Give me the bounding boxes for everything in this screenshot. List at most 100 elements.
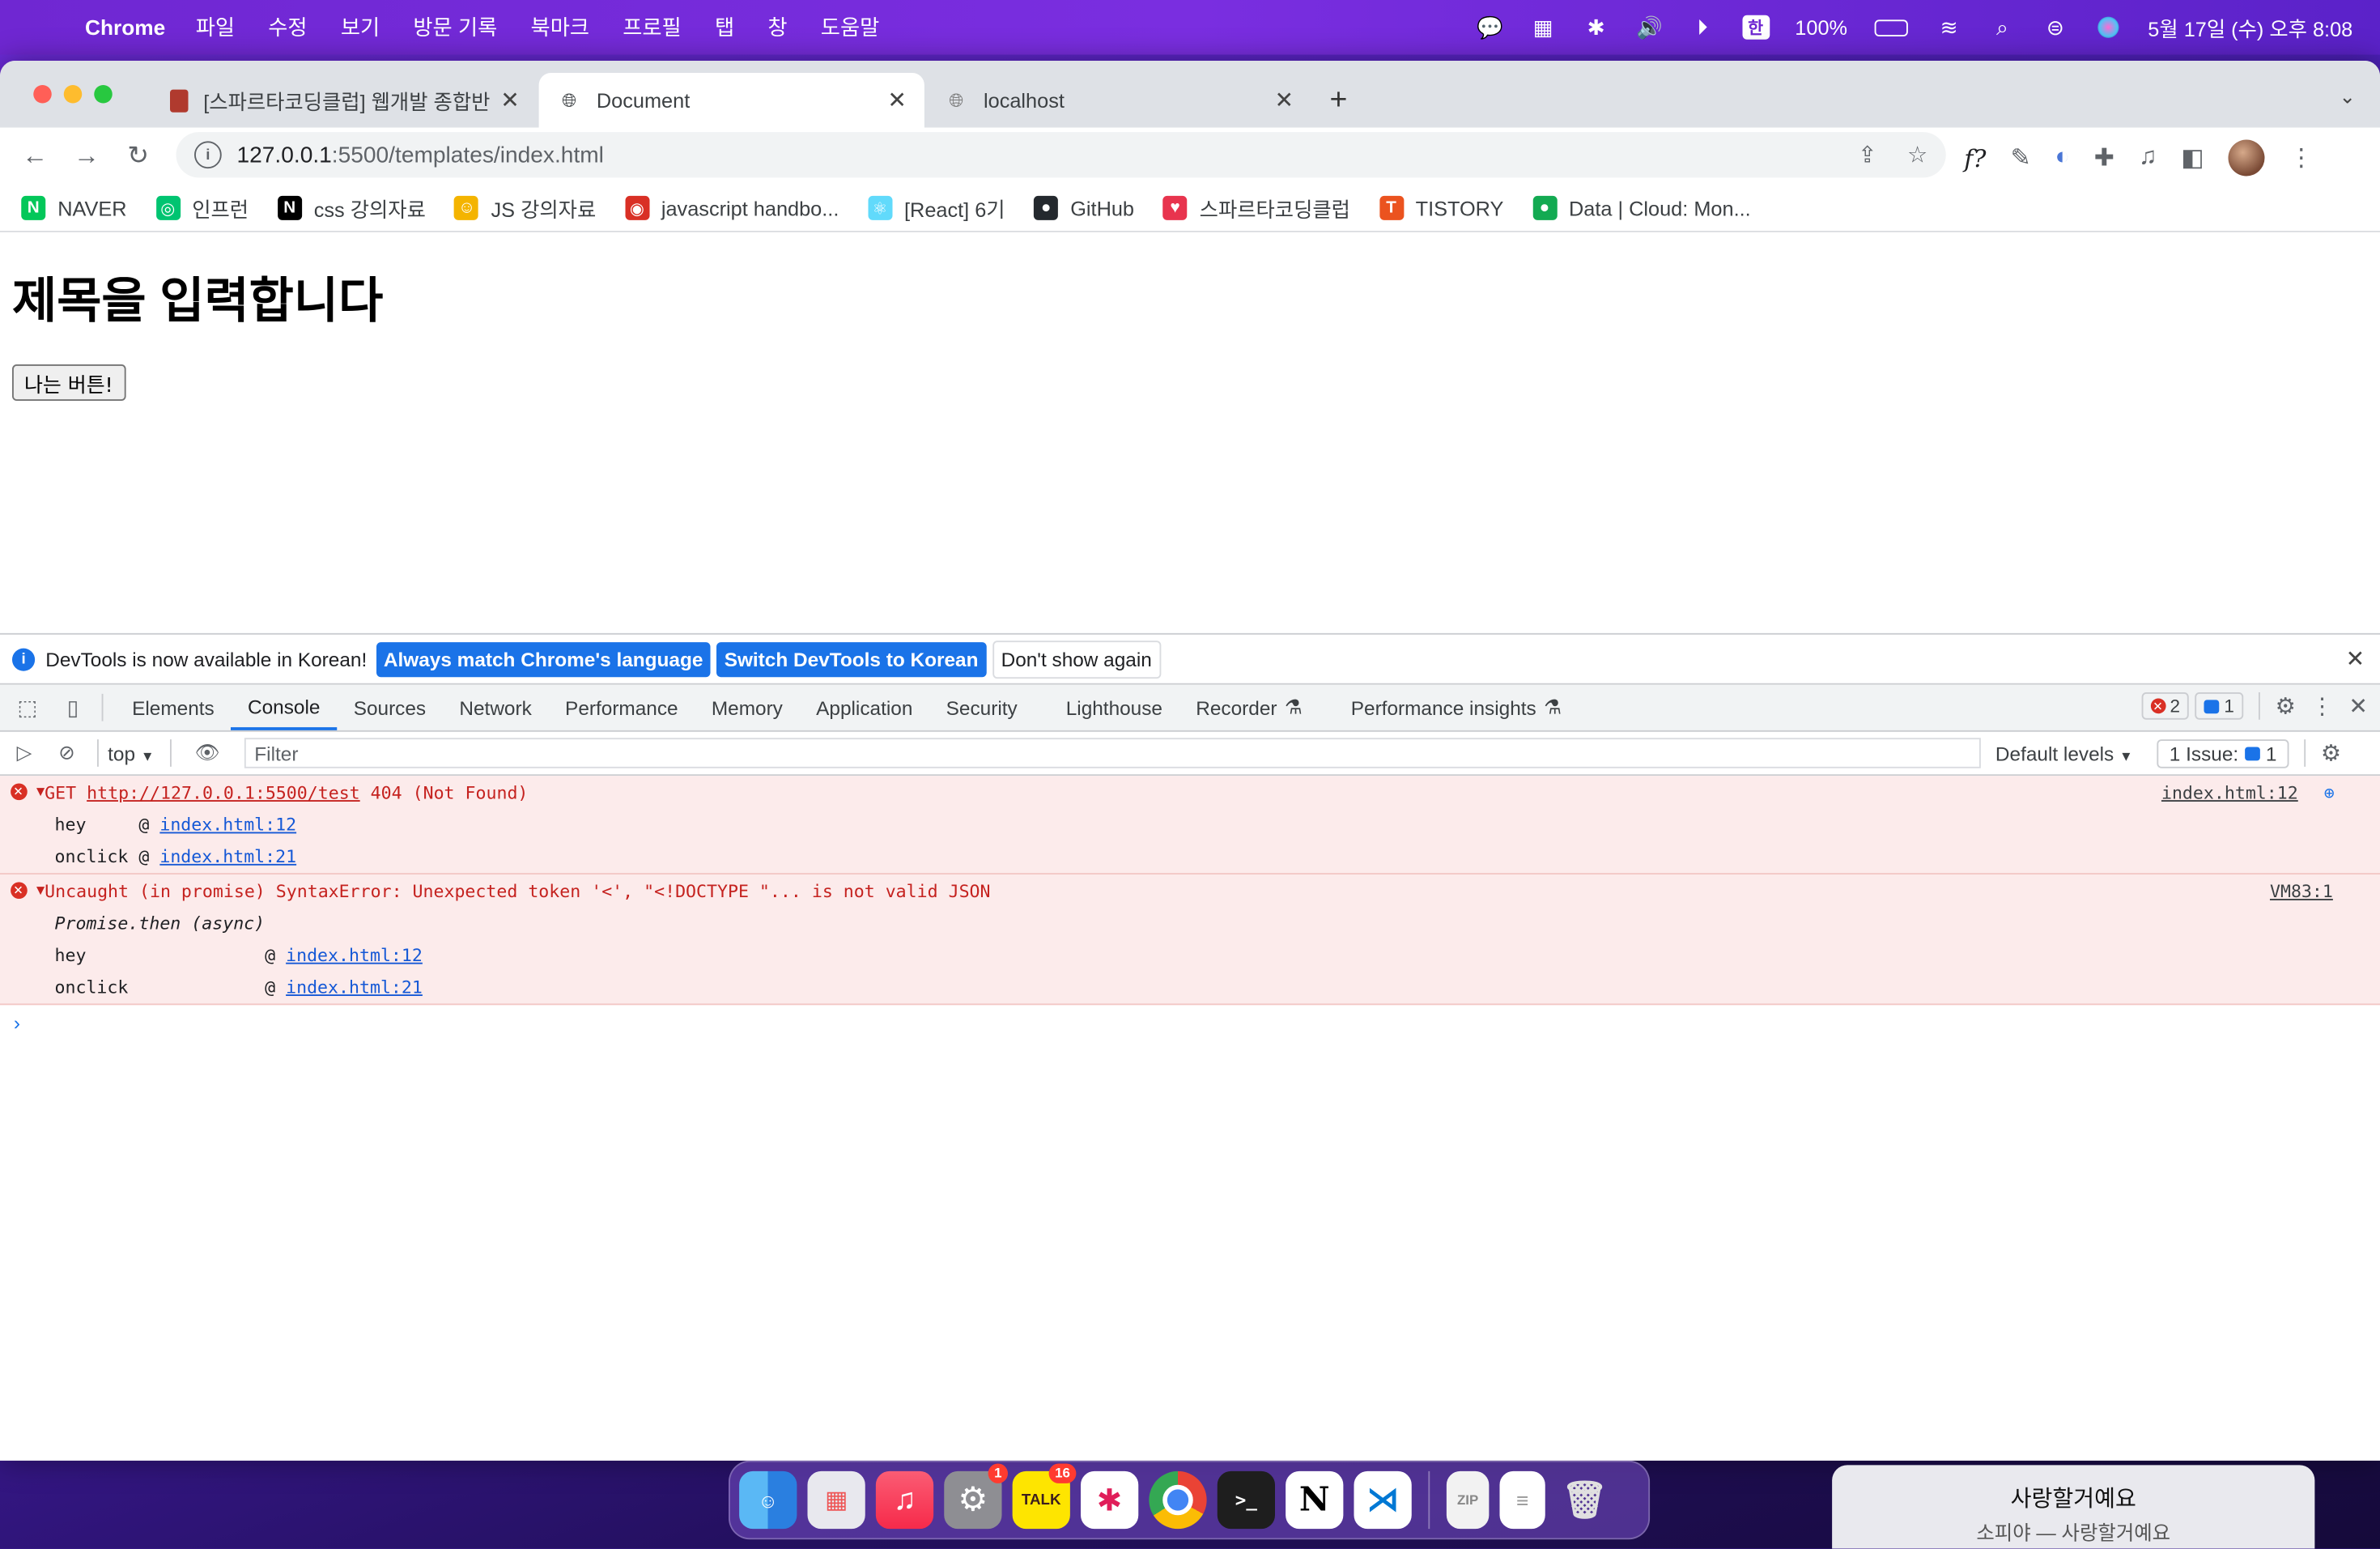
network-request-icon[interactable]: ⊕ (2324, 781, 2335, 802)
profile-avatar[interactable] (2228, 139, 2265, 177)
tab-document[interactable]: 🌐︎ Document ✕ (538, 73, 924, 128)
frame-link[interactable]: index.html:12 (286, 944, 423, 965)
menu-window[interactable]: 창 (767, 12, 787, 43)
volume-icon[interactable]: 🔊 (1635, 15, 1663, 40)
source-link[interactable]: VM83:1 (2270, 880, 2333, 901)
device-toolbar-icon[interactable]: ▯ (50, 695, 96, 721)
clock[interactable]: 5월 17일 (수) 오후 8:08 (2148, 12, 2352, 43)
tab-memory[interactable]: Memory (695, 685, 799, 730)
close-tab-icon[interactable]: ✕ (882, 87, 912, 114)
tab-recorder[interactable]: Recorder ⚗ (1179, 685, 1320, 730)
finder-icon[interactable]: ☺ (739, 1470, 797, 1530)
error-counter[interactable]: ✕ 2 (2140, 692, 2190, 720)
expand-arrow-icon[interactable]: ▼ (36, 785, 45, 800)
minimize-window-button[interactable] (63, 85, 83, 104)
bookmark-item[interactable]: ☺ JS 강의자료 (454, 193, 596, 223)
inspect-element-icon[interactable]: ⬚ (5, 695, 50, 721)
console-filter-input[interactable]: Filter (244, 738, 1981, 768)
tab-console[interactable]: Console (231, 685, 338, 730)
tab-sources[interactable]: Sources (337, 685, 443, 730)
close-devtools-icon[interactable]: ✕ (2348, 692, 2368, 720)
kakaotalk-icon[interactable]: TALK 16 (1012, 1463, 1077, 1530)
tab-lighthouse[interactable]: Lighthouse (1049, 685, 1179, 730)
zoom-window-button[interactable] (94, 85, 113, 104)
frame-link[interactable]: index.html:21 (286, 977, 423, 998)
page-button[interactable]: 나는 버튼! (12, 364, 125, 401)
tab-performance-insights[interactable]: Performance insights ⚗ (1334, 685, 1578, 730)
bookmark-item[interactable]: Ncss 강의자료 (277, 193, 426, 223)
menu-tab[interactable]: 탭 (715, 12, 734, 43)
bookmark-item[interactable]: ● Data | Cloud: Mon... (1532, 195, 1751, 220)
menu-file[interactable]: 파일 (196, 12, 235, 43)
bookmark-item[interactable]: ◎ 인프런 (155, 193, 249, 223)
chat-status-icon[interactable]: 💬 (1477, 15, 1504, 40)
close-window-button[interactable] (33, 85, 52, 104)
bookmark-item[interactable]: ⚛ [React] 6기 (868, 193, 1005, 223)
console-prompt[interactable]: › (0, 1005, 2380, 1038)
play-icon[interactable]: ⏵ (1689, 15, 1716, 40)
tab-security[interactable]: Security (929, 685, 1034, 730)
log-levels-dropdown[interactable]: Default levels ▼ (1995, 742, 2133, 764)
siri-icon[interactable] (2095, 15, 2123, 40)
puzzle-extensions-icon[interactable]: ✚ (2094, 143, 2114, 173)
bookmark-item[interactable]: ● GitHub (1034, 195, 1134, 220)
context-selector[interactable]: top ▼ (108, 742, 154, 764)
battery-icon[interactable] (1873, 15, 1910, 40)
bookmark-star-icon[interactable]: ☆ (1907, 141, 1927, 168)
slack-icon[interactable]: ✱ (1081, 1470, 1139, 1530)
menu-help[interactable]: 도움말 (821, 12, 879, 43)
vscode-icon[interactable]: ⋊ (1354, 1470, 1412, 1530)
zip-file-icon[interactable]: ZIP (1446, 1470, 1490, 1530)
close-tab-icon[interactable]: ✕ (495, 87, 525, 114)
dont-show-again-button[interactable]: Don't show again (992, 640, 1162, 679)
tab-performance[interactable]: Performance (548, 685, 695, 730)
spotlight-search-icon[interactable]: ⌕ (1988, 15, 2016, 40)
live-expression-eye-icon[interactable]: 👁︎ (186, 741, 229, 765)
wifi-icon[interactable]: ≋ (1936, 15, 1963, 40)
chrome-icon[interactable] (1149, 1470, 1207, 1530)
tab-elements[interactable]: Elements (116, 685, 232, 730)
tab-application[interactable]: Application (800, 685, 930, 730)
reload-button[interactable]: ↻ (113, 141, 164, 172)
fonts-extension-icon[interactable]: f? (1964, 143, 1986, 172)
tab-search-chevron-icon[interactable]: ⌄ (2340, 85, 2356, 109)
switch-korean-button[interactable]: Switch DevTools to Korean (716, 641, 986, 677)
bluetooth-icon[interactable]: ✱ (1583, 15, 1610, 40)
forward-button[interactable]: → (61, 141, 113, 172)
bookmark-item[interactable]: T TISTORY (1379, 195, 1503, 220)
issues-button[interactable]: 1 Issue: 1 (2157, 738, 2289, 768)
source-link[interactable]: index.html:12 (2161, 781, 2298, 802)
new-tab-button[interactable]: + (1330, 83, 1348, 118)
sidebar-toggle-icon[interactable]: ▷ (3, 741, 46, 765)
media-control-icon[interactable]: ♫ (2139, 144, 2157, 172)
input-source-icon[interactable]: 한 (1741, 15, 1770, 40)
menu-history[interactable]: 방문 기록 (413, 12, 497, 43)
menu-profiles[interactable]: 프로필 (623, 12, 681, 43)
share-icon[interactable]: ⇪ (1858, 141, 1877, 168)
message-counter[interactable]: 1 (2195, 692, 2244, 720)
bookmark-item[interactable]: ◉ javascript handbo... (624, 195, 839, 220)
layout-icon[interactable]: ▦ (1529, 15, 1557, 40)
trash-icon[interactable]: 🗑︎ (1556, 1471, 1613, 1529)
back-button[interactable]: ← (9, 141, 61, 172)
eyedropper-extension-icon[interactable]: ✎ (2010, 143, 2030, 173)
match-language-button[interactable]: Always match Chrome's language (376, 641, 711, 677)
devtools-more-icon[interactable]: ⋮ (2311, 692, 2334, 720)
launchpad-icon[interactable]: ▦ (807, 1470, 865, 1530)
system-settings-icon[interactable]: ⚙ 1 (944, 1463, 1008, 1530)
close-infobar-icon[interactable]: ✕ (2346, 645, 2365, 673)
chrome-menu-icon[interactable]: ⋮ (2289, 143, 2314, 173)
expand-arrow-icon[interactable]: ▼ (36, 883, 45, 898)
site-info-icon[interactable]: i (194, 141, 222, 169)
notion-icon[interactable]: N (1286, 1470, 1344, 1530)
tab-network[interactable]: Network (443, 685, 549, 730)
frame-link[interactable]: index.html:21 (159, 846, 296, 867)
terminal-icon[interactable]: >_ (1217, 1470, 1275, 1530)
control-center-icon[interactable]: ⊜ (2042, 15, 2069, 40)
tab-localhost[interactable]: 🌐︎ localhost ✕ (926, 73, 1311, 128)
side-panel-icon[interactable]: ◧ (2181, 143, 2204, 173)
now-playing-widget[interactable]: 사랑할거예요 소피야 — 사랑할거예요 (1832, 1465, 2315, 1549)
music-icon[interactable]: ♫ (875, 1470, 934, 1530)
extension-circle-icon[interactable]: ◐ (2055, 144, 2070, 172)
devtools-settings-icon[interactable]: ⚙ (2276, 692, 2296, 720)
